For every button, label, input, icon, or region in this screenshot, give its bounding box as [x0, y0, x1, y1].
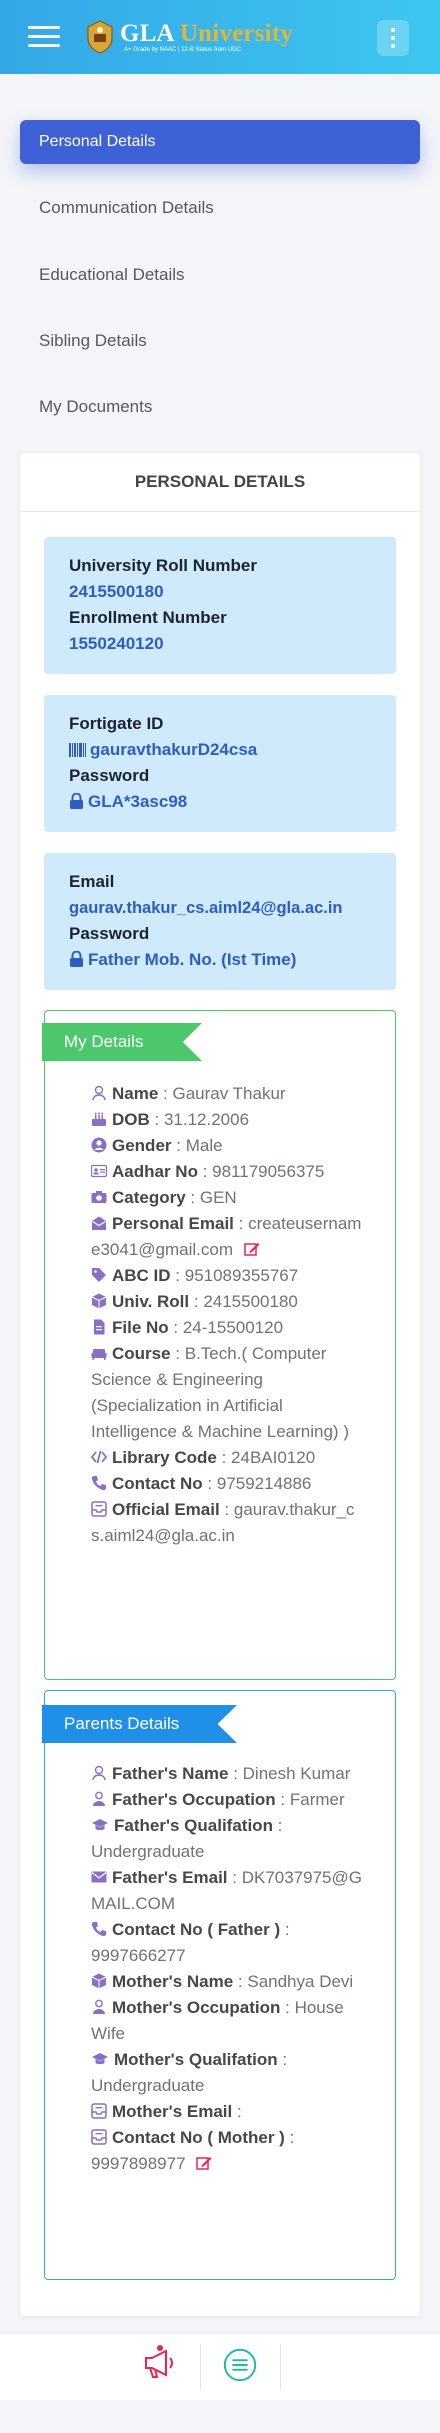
mother-email-row: Mother's Email :: [91, 2099, 367, 2125]
course-row: Course : B.Tech.( Computer Science & Eng…: [91, 1344, 349, 1441]
category-row: Category : GEN: [91, 1185, 367, 1211]
nav-my-documents[interactable]: My Documents: [20, 385, 420, 429]
gla-emblem-icon: [87, 20, 113, 54]
email-value: gaurav.thakur_cs.aiml24@gla.ac.in: [69, 899, 343, 917]
father-occupation-row: Father's Occupation : Farmer: [91, 1787, 367, 1813]
couch-icon: [91, 1349, 107, 1360]
father-contact-row: Contact No ( Father ) : 9997666277: [91, 1920, 290, 1965]
fortigate-password-label: Password: [69, 766, 150, 785]
father-email-row: Father's Email : DK7037975@GMAIL.COM: [91, 1868, 362, 1913]
menu-circle-icon[interactable]: [221, 2346, 259, 2384]
fortigate-id-row: gauravthakurD24csa: [69, 737, 396, 763]
more-options-button[interactable]: [377, 20, 409, 56]
user-circle-icon: [91, 1137, 107, 1153]
user-outline-icon: [92, 1085, 106, 1101]
lock-icon: [70, 950, 83, 967]
envelope-open-icon: [92, 1216, 106, 1230]
inbox-icon: [91, 2129, 107, 2145]
parents-details-ribbon: Parents Details: [42, 1705, 237, 1743]
fortigate-password-value: GLA*3asc98: [88, 792, 188, 811]
father-name-row: Father's Name : Dinesh Kumar: [91, 1761, 367, 1787]
official-email-row: Official Email : gaurav.thakur_cs.aiml24…: [91, 1500, 355, 1545]
my-details-box: My Details Name : Gaurav Thakur DOB : 31…: [42, 1010, 396, 1680]
inbox-icon: [91, 2103, 107, 2119]
dob-row: DOB : 31.12.2006: [91, 1107, 367, 1133]
enrollment-label: Enrollment Number: [69, 608, 227, 627]
fortigate-id-value: gauravthakurD24csa: [90, 740, 258, 759]
graduation-cap-icon: [92, 1819, 108, 1831]
graduation-cap-icon: [92, 2053, 108, 2065]
megaphone-icon[interactable]: [140, 2342, 180, 2382]
cube-icon: [91, 1293, 107, 1309]
father-qualification-row: Father's Qualifation : Undergraduate: [91, 1816, 283, 1861]
bottom-toolbar: [0, 2334, 440, 2400]
email-label: Email: [69, 872, 115, 891]
nav-communication-details[interactable]: Communication Details: [20, 186, 420, 230]
file-icon: [94, 1319, 105, 1335]
roll-value: 2415500180: [69, 582, 164, 601]
email-block: Email gaurav.thakur_cs.aiml24@gla.ac.in …: [44, 853, 396, 990]
fortigate-block: Fortigate ID gauravthakurD24csa Password…: [44, 695, 396, 832]
nav-sibling-details[interactable]: Sibling Details: [20, 319, 420, 363]
barcode-icon: [69, 743, 86, 757]
camera-icon: [91, 1191, 107, 1203]
id-card-icon: [91, 1164, 107, 1178]
nav-educational-details[interactable]: Educational Details: [20, 253, 420, 297]
toolbar-divider: [280, 2344, 281, 2390]
parents-details-list: Father's Name : Dinesh Kumar Father's Oc…: [91, 1761, 367, 2177]
hamburger-menu-icon[interactable]: [28, 26, 60, 48]
mother-occupation-row: Mother's Occupation : House Wife: [91, 1998, 344, 2043]
inbox-icon: [91, 1501, 107, 1517]
parents-details-box: Parents Details Father's Name : Dinesh K…: [42, 1690, 396, 2280]
mother-qualification-row: Mother's Qualifation : Undergraduate: [91, 2050, 288, 2095]
user-tie-icon: [93, 1791, 105, 1806]
mother-contact-row: Contact No ( Mother ) : 9997898977: [91, 2128, 295, 2173]
personal-email-row: Personal Email : createusername3041@gmai…: [91, 1214, 362, 1259]
user-outline-icon: [92, 1765, 106, 1781]
toolbar-divider: [200, 2344, 201, 2390]
file-no-row: File No : 24-15500120: [91, 1315, 367, 1341]
my-details-ribbon: My Details: [42, 1023, 202, 1061]
tag-icon: [92, 1268, 106, 1282]
my-details-list: Name : Gaurav Thakur DOB : 31.12.2006 Ge…: [91, 1081, 367, 1549]
edit-icon[interactable]: [243, 1241, 260, 1257]
abc-id-row: ABC ID : 951089355767: [91, 1263, 367, 1289]
fortigate-id-label: Fortigate ID: [69, 714, 164, 733]
contact-row: Contact No : 9759214886: [91, 1471, 367, 1497]
mother-name-row: Mother's Name : Sandhya Devi: [91, 1969, 367, 1995]
birthday-cake-icon: [92, 1112, 106, 1126]
personal-details-card: PERSONAL DETAILS University Roll Number …: [20, 453, 420, 2316]
email-password-row: Father Mob. No. (Ist Time): [69, 947, 396, 973]
roll-label: University Roll Number: [69, 556, 257, 575]
university-roll-block: University Roll Number 2415500180 Enroll…: [44, 537, 396, 674]
edit-icon[interactable]: [196, 2155, 212, 2171]
phone-icon: [91, 1922, 106, 1937]
phone-icon: [91, 1476, 106, 1491]
logo-subtitle: A+ Grade by NAAC | 12-B Status from UGC: [124, 47, 242, 53]
email-password-label: Password: [69, 924, 150, 943]
email-password-value: Father Mob. No. (Ist Time): [88, 950, 297, 969]
user-tie-icon: [93, 1999, 105, 2014]
cube-icon: [91, 1973, 107, 1989]
univ-roll-row: Univ. Roll : 2415500180: [91, 1289, 367, 1315]
top-app-bar: GLA University A+ Grade by NAAC | 12-B S…: [0, 0, 440, 74]
aadhar-row: Aadhar No : 981179056375: [91, 1159, 367, 1185]
library-code-row: Library Code : 24BAI0120: [91, 1445, 367, 1471]
gender-row: Gender : Male: [91, 1133, 367, 1159]
logo-title: GLA University: [120, 20, 293, 47]
nav-personal-details[interactable]: Personal Details: [20, 120, 420, 164]
name-row: Name : Gaurav Thakur: [91, 1081, 367, 1107]
lock-icon: [70, 792, 83, 809]
enrollment-value: 1550240120: [69, 634, 164, 653]
fortigate-password-row: GLA*3asc98: [69, 789, 396, 815]
card-title: PERSONAL DETAILS: [20, 453, 420, 512]
code-icon: [91, 1450, 107, 1464]
university-logo[interactable]: GLA University A+ Grade by NAAC | 12-B S…: [86, 20, 296, 60]
envelope-icon: [91, 1871, 107, 1883]
